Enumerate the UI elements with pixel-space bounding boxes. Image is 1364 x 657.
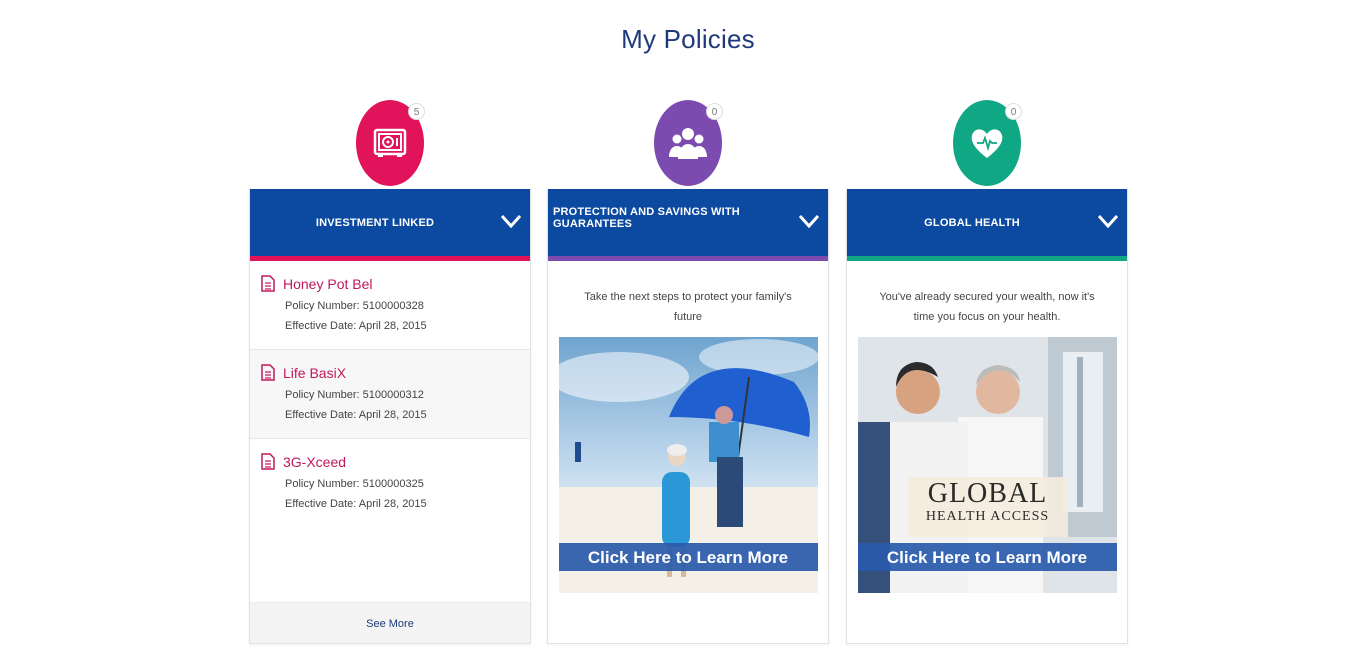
protection-savings-header[interactable]: PROTECTION AND SAVINGS WITH GUARANTEES	[548, 189, 828, 256]
policy-item[interactable]: Honey Pot Bel Policy Number: 5100000328 …	[250, 261, 530, 350]
promo-text: You've already secured your wealth, now …	[879, 291, 1095, 323]
card-header-title: GLOBAL HEALTH	[924, 216, 1020, 229]
policy-name-link[interactable]: 3G-Xceed	[283, 454, 346, 470]
investment-category-icon-wrap[interactable]: 5	[356, 98, 425, 186]
effective-date: Effective Date: April 28, 2015	[285, 320, 427, 332]
global-health-image[interactable]: GLOBAL HEALTH ACCESS Click Here to Learn…	[857, 337, 1117, 593]
protection-savings-column: 0 PROTECTION AND SAVINGS WITH GUARANTEES…	[547, 98, 829, 644]
logo-title: GLOBAL	[927, 478, 1048, 509]
learn-more-button[interactable]: Click Here to Learn More	[857, 543, 1117, 571]
policy-name-link[interactable]: Life BasiX	[283, 365, 346, 381]
promo-text: Take the next steps to protect your fami…	[584, 291, 792, 323]
document-icon	[261, 275, 275, 292]
global-health-logo: GLOBAL HEALTH ACCESS	[908, 479, 1068, 525]
global-health-header[interactable]: GLOBAL HEALTH	[847, 189, 1127, 256]
policy-count-badge: 0	[706, 103, 723, 120]
document-icon	[261, 453, 275, 470]
protection-savings-card: PROTECTION AND SAVINGS WITH GUARANTEES T…	[547, 189, 829, 644]
chevron-down-icon[interactable]	[798, 211, 820, 231]
policy-count-badge: 0	[1005, 103, 1022, 120]
policy-item[interactable]: 3G-Xceed Policy Number: 5100000325 Effec…	[250, 439, 530, 527]
policy-count-badge: 5	[408, 103, 425, 120]
chevron-down-icon[interactable]	[500, 211, 522, 231]
card-header-title: INVESTMENT LINKED	[315, 216, 435, 229]
policy-number: Policy Number: 5100000325	[285, 478, 424, 490]
policy-name-link[interactable]: Honey Pot Bel	[283, 276, 373, 292]
policy-number: Policy Number: 5100000312	[285, 389, 424, 401]
learn-more-button[interactable]: Click Here to Learn More	[558, 543, 818, 571]
see-more-link[interactable]: See More	[250, 602, 530, 643]
document-icon	[261, 364, 275, 381]
effective-date: Effective Date: April 28, 2015	[285, 498, 427, 510]
page-title: My Policies	[621, 24, 755, 54]
chevron-down-icon[interactable]	[1097, 211, 1119, 231]
global-health-card: GLOBAL HEALTH You've already secured you…	[846, 189, 1128, 644]
logo-subtitle: HEALTH ACCESS	[925, 509, 1050, 524]
effective-date: Effective Date: April 28, 2015	[285, 409, 427, 421]
investment-linked-card: INVESTMENT LINKED Honey Pot Bel Policy N…	[249, 189, 531, 644]
protection-category-icon-wrap[interactable]: 0	[654, 98, 723, 186]
global-health-column: 0 GLOBAL HEALTH You've already secured y…	[846, 98, 1128, 644]
family-beach-image[interactable]: Click Here to Learn More	[558, 337, 818, 593]
card-header-title: PROTECTION AND SAVINGS WITH GUARANTEES	[553, 205, 740, 230]
policy-number: Policy Number: 5100000328	[285, 300, 424, 312]
policy-item[interactable]: Life BasiX Policy Number: 5100000312 Eff…	[250, 350, 530, 439]
investment-linked-column: 5 INVESTMENT LINKED Honey Pot Bel Policy…	[249, 98, 531, 644]
investment-linked-header[interactable]: INVESTMENT LINKED	[250, 189, 530, 256]
health-category-icon-wrap[interactable]: 0	[953, 98, 1022, 186]
